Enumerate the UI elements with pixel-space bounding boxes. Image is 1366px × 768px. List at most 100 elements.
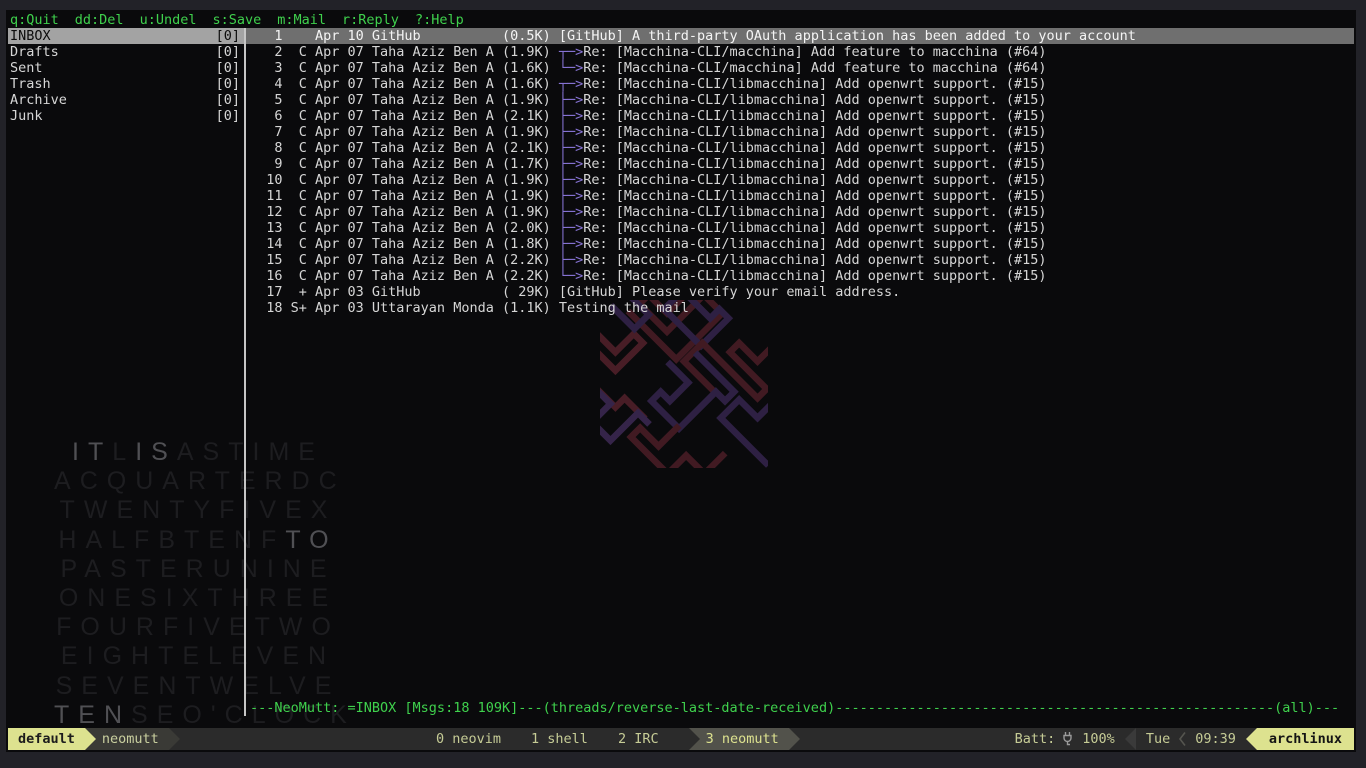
mail-subject: Re: [Macchina-CLI/libmacchina] Add openw… — [583, 140, 1046, 156]
powerline-arrow-icon — [689, 728, 700, 750]
mail-row[interactable]: 17 + Apr 03 GitHub ( 29K) [GitHub] Pleas… — [246, 284, 1354, 300]
tmux-status-right: Batt: 100% Tue 09:39 — [1015, 728, 1354, 750]
mail-row-meta: 16 C Apr 07 Taha Aziz Ben A (2.2K) — [250, 268, 559, 284]
thread-tree-arrow: ├─> — [559, 124, 583, 140]
thread-tree-arrow: ├─> — [559, 108, 583, 124]
mailbox-count: [0] — [216, 44, 240, 60]
sidebar-item-junk[interactable]: Junk[0] — [8, 108, 244, 124]
tmux-window-0-neovim[interactable]: 0 neovim — [436, 728, 501, 750]
mail-subject: Re: [Macchina-CLI/libmacchina] Add openw… — [583, 76, 1046, 92]
mail-subject: Re: [Macchina-CLI/libmacchina] Add openw… — [583, 252, 1046, 268]
mail-subject: Re: [Macchina-CLI/libmacchina] Add openw… — [583, 156, 1046, 172]
thread-tree-arrow: ├─> — [559, 252, 583, 268]
mail-row[interactable]: 18 S+ Apr 03 Uttarayan Monda (1.1K) Test… — [246, 300, 1354, 316]
mail-row-meta: 13 C Apr 07 Taha Aziz Ben A (2.0K) — [250, 220, 559, 236]
mail-row[interactable]: 14 C Apr 07 Taha Aziz Ben A (1.8K) ├─>Re… — [246, 236, 1354, 252]
mail-subject: [GitHub] A third-party OAuth application… — [559, 28, 1136, 44]
mail-subject: Re: [Macchina-CLI/libmacchina] Add openw… — [583, 92, 1046, 108]
powerline-arrow-icon — [1246, 728, 1257, 750]
mail-subject: Re: [Macchina-CLI/macchina] Add feature … — [583, 44, 1046, 60]
mail-row[interactable]: 4 C Apr 07 Taha Aziz Ben A (1.6K) ┬─>Re:… — [246, 76, 1354, 92]
thread-tree-arrow: ┬─> — [559, 76, 583, 92]
mail-row[interactable]: 16 C Apr 07 Taha Aziz Ben A (2.2K) └─>Re… — [246, 268, 1354, 284]
thread-tree-arrow: ├─> — [559, 188, 583, 204]
mail-subject: Testing the mail — [559, 300, 689, 316]
help-item: q:Quit — [10, 12, 59, 28]
mail-row[interactable]: 3 C Apr 07 Taha Aziz Ben A (1.6K) └─>Re:… — [246, 60, 1354, 76]
sidebar-item-sent[interactable]: Sent [0] — [8, 60, 244, 76]
help-item: s:Save — [212, 12, 261, 28]
mail-list: 1 Apr 10 GitHub (0.5K) [GitHub] A third-… — [246, 28, 1354, 316]
mail-subject: [GitHub] Please verify your email addres… — [559, 284, 900, 300]
mail-subject: Re: [Macchina-CLI/libmacchina] Add openw… — [583, 108, 1046, 124]
sidebar-item-inbox[interactable]: INBOX [0] — [8, 28, 244, 44]
mailbox-name: Sent — [10, 60, 43, 76]
sidebar-item-trash[interactable]: Trash [0] — [8, 76, 244, 92]
help-item: m:Mail — [277, 12, 326, 28]
mail-row-meta: 9 C Apr 07 Taha Aziz Ben A (1.7K) — [250, 156, 559, 172]
terminal-window: ITLISASTIMEACQUARTERDCTWENTYFIVEXHALFBTE… — [6, 10, 1356, 752]
thread-tree-arrow: ├─> — [559, 140, 583, 156]
help-item: dd:Del — [75, 12, 124, 28]
mail-row[interactable]: 7 C Apr 07 Taha Aziz Ben A (1.9K) ├─>Re:… — [246, 124, 1354, 140]
thread-tree-arrow: ├─> — [559, 156, 583, 172]
sidebar-item-archive[interactable]: Archive [0] — [8, 92, 244, 108]
empty-area — [246, 316, 1354, 700]
mailbox-count: [0] — [216, 28, 240, 44]
mail-row[interactable]: 15 C Apr 07 Taha Aziz Ben A (2.2K) ├─>Re… — [246, 252, 1354, 268]
mail-row[interactable]: 13 C Apr 07 Taha Aziz Ben A (2.0K) ├─>Re… — [246, 220, 1354, 236]
thread-tree-arrow: ├─> — [559, 172, 583, 188]
sidebar-item-drafts[interactable]: Drafts [0] — [8, 44, 244, 60]
mail-row-meta: 17 + Apr 03 GitHub ( 29K) — [250, 284, 559, 300]
mail-row-meta: 15 C Apr 07 Taha Aziz Ben A (2.2K) — [250, 252, 559, 268]
mail-row[interactable]: 5 C Apr 07 Taha Aziz Ben A (1.9K) ├─>Re:… — [246, 92, 1354, 108]
battery-percentage: 100% — [1082, 728, 1115, 750]
mail-row[interactable]: 9 C Apr 07 Taha Aziz Ben A (1.7K) ├─>Re:… — [246, 156, 1354, 172]
mail-row-meta: 18 S+ Apr 03 Uttarayan Monda (1.1K) — [250, 300, 559, 316]
tmux-session-sub[interactable]: neomutt — [85, 728, 169, 750]
power-plug-icon — [1061, 728, 1074, 750]
mail-list-pane: 1 Apr 10 GitHub (0.5K) [GitHub] A third-… — [246, 28, 1354, 716]
tmux-session-group: default neomutt — [8, 728, 180, 750]
neomutt-status-bar: ---NeoMutt: =INBOX [Msgs:18 109K]---(thr… — [246, 700, 1354, 716]
mailbox-count: [0] — [216, 108, 240, 124]
mailbox-name: INBOX — [10, 28, 51, 44]
mail-subject: Re: [Macchina-CLI/libmacchina] Add openw… — [583, 268, 1046, 284]
mailbox-count: [0] — [216, 60, 240, 76]
powerline-arrow-icon — [85, 728, 96, 750]
tmux-window-2-irc[interactable]: 2 IRC — [618, 728, 659, 750]
mailbox-count: [0] — [216, 76, 240, 92]
mail-row[interactable]: 10 C Apr 07 Taha Aziz Ben A (1.9K) ├─>Re… — [246, 172, 1354, 188]
hostname-badge: archlinux — [1257, 728, 1354, 750]
mailbox-name: Trash — [10, 76, 51, 92]
mailbox-name: Archive — [10, 92, 67, 108]
mail-row-meta: 8 C Apr 07 Taha Aziz Ben A (2.1K) — [250, 140, 559, 156]
thread-tree-arrow: ├─> — [559, 220, 583, 236]
mail-row[interactable]: 6 C Apr 07 Taha Aziz Ben A (2.1K) ├─>Re:… — [246, 108, 1354, 124]
mail-row[interactable]: 12 C Apr 07 Taha Aziz Ben A (1.9K) ├─>Re… — [246, 204, 1354, 220]
neomutt-help-bar: q:Quitdd:Delu:Undels:Savem:Mailr:Reply?:… — [8, 12, 1354, 28]
powerline-arrow-icon — [169, 728, 180, 750]
mail-subject: Re: [Macchina-CLI/libmacchina] Add openw… — [583, 172, 1046, 188]
thread-tree-arrow: ├─> — [559, 92, 583, 108]
mail-row-meta: 6 C Apr 07 Taha Aziz Ben A (2.1K) — [250, 108, 559, 124]
neomutt-app: q:Quitdd:Delu:Undels:Savem:Mailr:Reply?:… — [8, 12, 1354, 750]
tmux-session-name[interactable]: default — [8, 728, 85, 750]
mail-subject: Re: [Macchina-CLI/libmacchina] Add openw… — [583, 236, 1046, 252]
mail-row-meta: 2 C Apr 07 Taha Aziz Ben A (1.9K) — [250, 44, 559, 60]
tmux-window-1-shell[interactable]: 1 shell — [531, 728, 588, 750]
mail-row[interactable]: 1 Apr 10 GitHub (0.5K) [GitHub] A third-… — [246, 28, 1354, 44]
thread-tree-arrow: ┬─> — [559, 44, 583, 60]
thread-tree-arrow: ├─> — [559, 236, 583, 252]
thread-tree-arrow: ├─> — [559, 204, 583, 220]
mailbox-name: Drafts — [10, 44, 59, 60]
mail-row[interactable]: 8 C Apr 07 Taha Aziz Ben A (2.1K) ├─>Re:… — [246, 140, 1354, 156]
mailbox-count: [0] — [216, 92, 240, 108]
tmux-status-bar: default neomutt 0 neovim 1 shell 2 IRC 3 ne… — [8, 728, 1354, 750]
mail-row[interactable]: 11 C Apr 07 Taha Aziz Ben A (1.9K) ├─>Re… — [246, 188, 1354, 204]
thread-tree-arrow: └─> — [559, 268, 583, 284]
chevron-left-icon — [1178, 728, 1187, 750]
help-item: ?:Help — [415, 12, 464, 28]
mail-row[interactable]: 2 C Apr 07 Taha Aziz Ben A (1.9K) ┬─>Re:… — [246, 44, 1354, 60]
tmux-window-3-neomutt[interactable]: 3 neomutt — [689, 728, 789, 750]
